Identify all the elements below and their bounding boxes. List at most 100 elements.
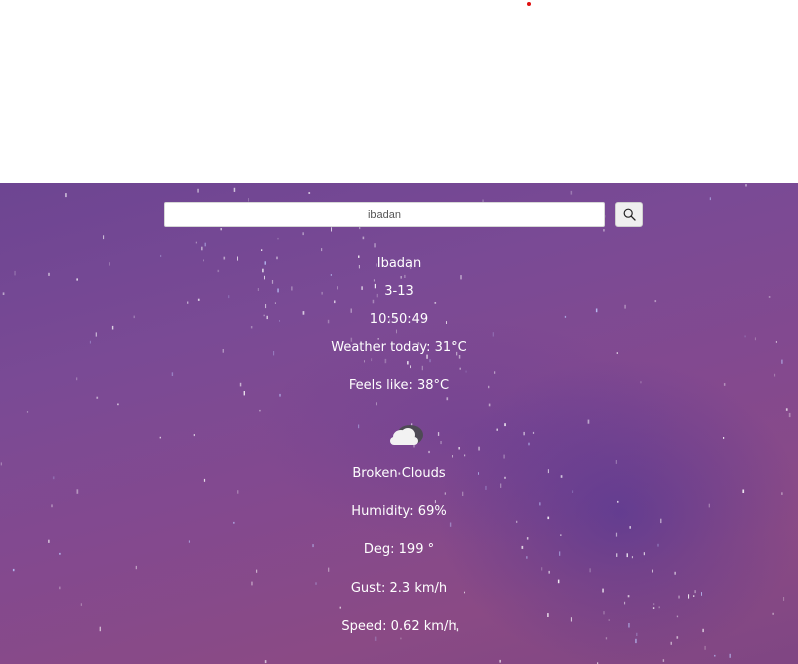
star xyxy=(494,371,496,374)
star xyxy=(788,412,791,418)
star xyxy=(204,242,206,247)
star xyxy=(171,372,174,376)
star xyxy=(440,441,442,445)
star xyxy=(434,500,436,504)
star xyxy=(676,636,679,639)
star xyxy=(615,460,617,464)
star xyxy=(658,606,660,609)
star xyxy=(65,193,67,198)
star xyxy=(277,237,279,240)
star xyxy=(742,489,745,493)
star xyxy=(187,301,189,304)
star xyxy=(233,521,235,524)
star xyxy=(437,432,440,436)
star xyxy=(195,241,197,244)
star xyxy=(783,597,785,601)
star xyxy=(617,500,619,503)
star xyxy=(256,569,258,573)
star xyxy=(117,403,119,406)
weather-description: Broken Clouds xyxy=(352,466,446,481)
star xyxy=(407,361,409,365)
city-search-input[interactable] xyxy=(164,202,605,227)
star xyxy=(429,359,431,363)
star xyxy=(654,300,657,303)
star xyxy=(485,485,487,490)
star xyxy=(459,367,461,370)
star xyxy=(76,489,79,494)
wind-speed-value: Speed: 0.62 km/h xyxy=(341,619,457,634)
star xyxy=(321,248,323,252)
star xyxy=(504,423,506,427)
star xyxy=(220,228,222,231)
star xyxy=(488,403,491,407)
star xyxy=(95,332,97,337)
star xyxy=(201,246,203,251)
star xyxy=(462,491,464,496)
star xyxy=(635,638,637,644)
wind-degree-value: Deg: 199 ° xyxy=(363,542,435,557)
star xyxy=(374,636,377,641)
feels-like-temperature: Feels like: 38°C xyxy=(348,378,450,393)
star xyxy=(465,370,467,373)
star xyxy=(384,358,387,364)
star xyxy=(785,408,788,411)
star xyxy=(458,447,460,450)
star xyxy=(499,659,501,663)
star xyxy=(662,659,665,662)
star xyxy=(331,227,332,232)
star xyxy=(26,411,29,413)
star xyxy=(781,492,783,495)
star xyxy=(503,454,505,459)
star xyxy=(328,567,330,572)
search-icon xyxy=(623,208,636,221)
star xyxy=(615,532,618,537)
star xyxy=(237,490,239,494)
star xyxy=(745,184,747,187)
star xyxy=(12,568,15,572)
star xyxy=(652,607,655,609)
star xyxy=(264,660,267,664)
star xyxy=(570,190,573,195)
star xyxy=(372,299,375,304)
search-button[interactable] xyxy=(615,202,643,227)
star xyxy=(400,276,402,279)
star xyxy=(624,304,626,309)
star xyxy=(464,454,466,457)
star xyxy=(652,569,653,573)
star xyxy=(603,229,605,232)
temperature-today: Weather today: 31°C xyxy=(331,340,467,355)
star xyxy=(373,279,375,282)
star xyxy=(265,304,267,309)
star xyxy=(676,615,679,618)
star xyxy=(302,232,304,236)
star xyxy=(330,274,332,276)
star xyxy=(526,537,529,540)
star xyxy=(723,437,725,439)
star xyxy=(362,236,365,240)
star xyxy=(547,613,549,617)
star xyxy=(744,335,746,338)
star xyxy=(446,397,449,401)
humidity-value: Humidity: 69% xyxy=(351,504,447,519)
star xyxy=(193,434,195,437)
star xyxy=(233,187,236,192)
star xyxy=(587,419,590,424)
star xyxy=(410,365,411,369)
star xyxy=(629,526,631,529)
star xyxy=(48,272,50,276)
star xyxy=(444,492,446,495)
current-time: 10:50:49 xyxy=(369,312,429,327)
star xyxy=(274,302,276,304)
star xyxy=(492,332,494,337)
star xyxy=(460,275,462,280)
star xyxy=(704,645,706,650)
star xyxy=(428,450,430,454)
star xyxy=(532,431,535,434)
star xyxy=(781,359,783,364)
star xyxy=(364,360,365,363)
star xyxy=(653,603,655,606)
star xyxy=(248,198,249,202)
star xyxy=(528,442,530,446)
star xyxy=(516,520,518,523)
star xyxy=(279,393,281,397)
